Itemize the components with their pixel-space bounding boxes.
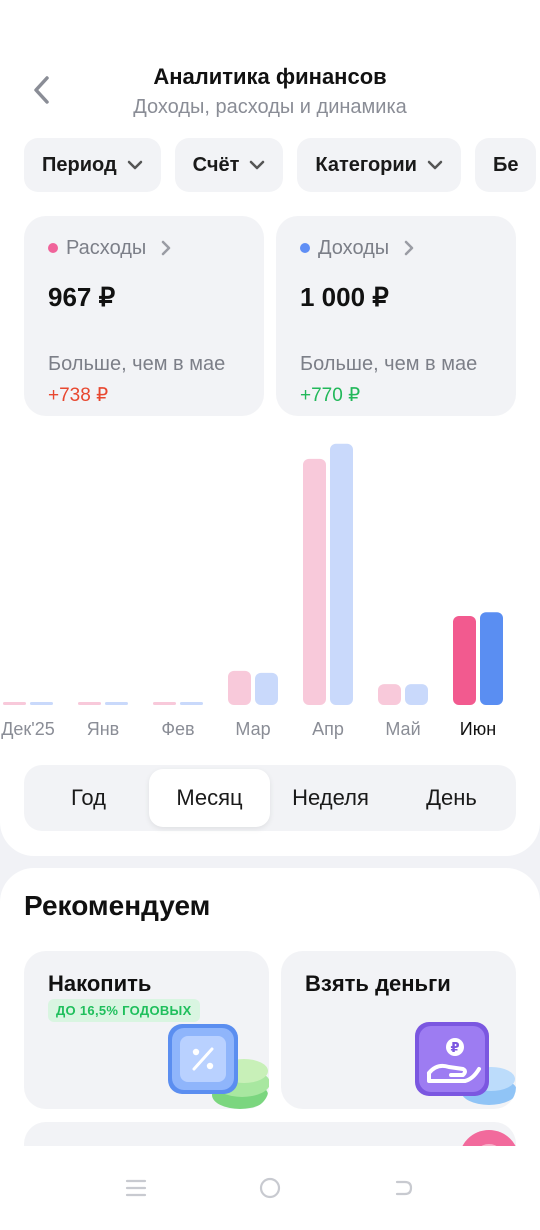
svg-text:₽: ₽: [450, 1041, 459, 1056]
tab-year[interactable]: Год: [28, 769, 149, 827]
filter-period[interactable]: Период: [24, 138, 161, 192]
expenses-compare: Больше, чем в мае: [48, 353, 226, 375]
x-tick-label-0[interactable]: Дек'25: [1, 719, 55, 739]
expenses-bar-3[interactable]: [228, 670, 251, 705]
expenses-delta: +738 ₽: [48, 385, 109, 406]
x-tick-label-5[interactable]: Май: [385, 719, 420, 739]
tab-day[interactable]: День: [391, 769, 512, 827]
expenses-bar-6[interactable]: [453, 616, 476, 705]
filter-account[interactable]: Счёт: [174, 138, 284, 192]
income-bar-0[interactable]: [30, 702, 53, 705]
x-tick-label-2[interactable]: Фев: [161, 719, 194, 739]
filter-label: Период: [42, 153, 117, 176]
filter-categories[interactable]: Категории: [297, 138, 461, 192]
period-tabs: Год Месяц Неделя День: [24, 765, 516, 831]
chevron-down-icon: [127, 160, 142, 170]
income-compare: Больше, чем в мае: [300, 353, 478, 375]
x-tick-label-1[interactable]: Янв: [87, 719, 120, 739]
expenses-label: Расходы: [66, 236, 147, 259]
reco-card-title: Взять деньги: [305, 971, 451, 996]
recent-apps-button[interactable]: [116, 1168, 156, 1208]
filter-more[interactable]: Бе: [474, 138, 537, 192]
expenses-bar-0[interactable]: [3, 702, 26, 705]
income-label: Доходы: [318, 236, 390, 259]
finance-bar-chart[interactable]: Дек'25 Янв Фев Мар Апр Май Июн: [0, 430, 540, 750]
x-tick-label-4[interactable]: Апр: [312, 719, 344, 739]
chevron-right-icon: [404, 240, 414, 256]
percent-icon: [168, 1024, 269, 1109]
income-bar-2[interactable]: [180, 702, 203, 705]
filter-label: Категории: [315, 153, 417, 176]
home-button[interactable]: [250, 1168, 290, 1208]
filter-label: Счёт: [192, 153, 240, 176]
expenses-bar-2[interactable]: [153, 702, 176, 705]
page-subtitle: Доходы, расходы и динамика: [133, 96, 407, 118]
chevron-down-icon: [250, 160, 265, 170]
expenses-amount: 967 ₽: [48, 282, 116, 312]
x-tick-label-6[interactable]: Июн: [460, 719, 496, 739]
ruble-hand-icon: ₽: [415, 1022, 516, 1105]
chart-svg: Дек'25 Янв Фев Мар Апр Май Июн: [1, 443, 503, 739]
expenses-bar-1[interactable]: [78, 702, 101, 705]
chevron-down-icon: [427, 160, 443, 170]
income-dot: [300, 243, 310, 253]
expenses-card[interactable]: Расходы 967 ₽ Больше, чем в мае +738 ₽: [24, 216, 264, 416]
filter-bar: Период Счёт Категории Бе: [24, 138, 537, 192]
income-bar-5[interactable]: [405, 684, 428, 705]
income-bar-4[interactable]: [330, 443, 353, 705]
system-nav-bar: [0, 1146, 540, 1230]
back-nav-button[interactable]: [384, 1168, 424, 1208]
expenses-dot: [48, 243, 58, 253]
tab-week[interactable]: Неделя: [270, 769, 391, 827]
menu-icon: [125, 1179, 147, 1197]
reco-card-save[interactable]: Накопить ДО 16,5% ГОДОВЫХ: [24, 951, 269, 1109]
reco-card-title: Накопить: [48, 971, 152, 996]
home-circle-icon: [259, 1177, 281, 1199]
income-card[interactable]: Доходы 1 000 ₽ Больше, чем в мае +770 ₽: [276, 216, 516, 416]
filter-label: Бе: [492, 153, 519, 176]
income-bar-1[interactable]: [105, 702, 128, 705]
chevron-right-icon: [162, 240, 171, 256]
tab-month[interactable]: Месяц: [149, 769, 270, 827]
expenses-bar-4[interactable]: [303, 458, 326, 705]
x-tick-label-3[interactable]: Мар: [235, 719, 270, 739]
page-title: Аналитика финансов: [153, 64, 387, 89]
income-amount: 1 000 ₽: [300, 282, 389, 312]
income-bar-3[interactable]: [255, 672, 278, 705]
rate-badge: ДО 16,5% ГОДОВЫХ: [48, 999, 200, 1022]
expenses-bar-5[interactable]: [378, 684, 401, 705]
income-bar-6[interactable]: [480, 612, 503, 705]
income-delta: +770 ₽: [300, 385, 361, 406]
recommend-title: Рекомендуем: [24, 890, 211, 921]
reco-card-borrow[interactable]: Взять деньги ₽: [281, 951, 516, 1109]
back-arrow-icon: [395, 1180, 413, 1196]
